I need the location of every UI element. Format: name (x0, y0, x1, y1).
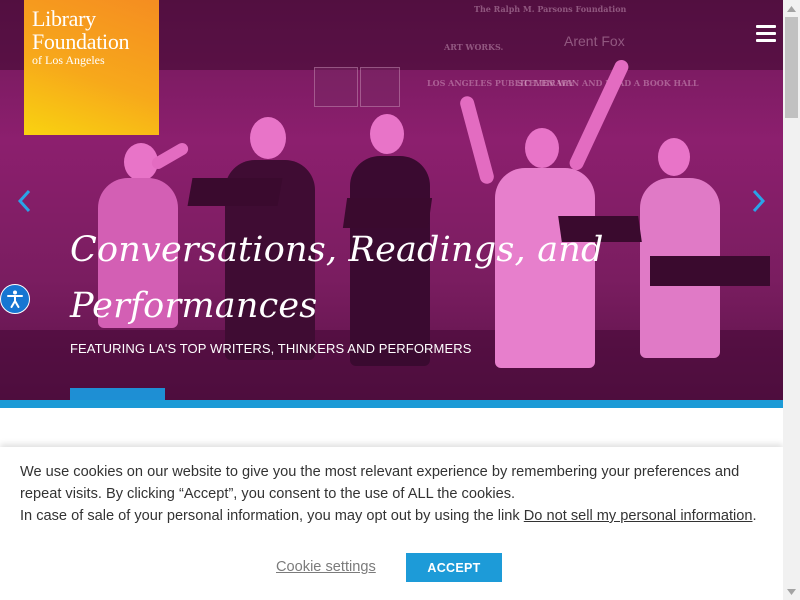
music-stand (187, 178, 283, 206)
logo-line-foundation: Foundation (32, 29, 130, 54)
cookie-message-end: . (752, 508, 757, 524)
accessibility-icon (7, 290, 23, 308)
carousel-prev-button[interactable] (11, 186, 37, 216)
chevron-right-icon (752, 189, 766, 213)
accept-cookies-button[interactable]: ACCEPT (406, 553, 502, 582)
page-scrollbar[interactable] (783, 0, 800, 600)
hamburger-menu-icon (756, 32, 776, 35)
hamburger-menu-icon (756, 25, 776, 28)
carousel-next-button[interactable] (746, 186, 772, 216)
arrow-down-icon (787, 588, 796, 595)
sponsor-arent-fox: Arent Fox (564, 33, 625, 49)
hero-cta-tab[interactable] (70, 388, 165, 400)
sponsor-ralph-parsons: The Ralph M. Parsons Foundation (474, 4, 627, 14)
cookie-message: We use cookies on our website to give yo… (20, 461, 760, 527)
cookie-banner: We use cookies on our website to give yo… (0, 447, 783, 600)
scroll-up-button[interactable] (783, 0, 800, 17)
arrow-up-icon (787, 5, 796, 12)
cookie-settings-link[interactable]: Cookie settings (276, 559, 376, 575)
logo-line-location: of Los Angeles (32, 53, 105, 67)
scrollbar-thumb[interactable] (785, 17, 798, 118)
accessibility-button[interactable] (0, 284, 30, 314)
hero-bottom-strip (0, 400, 783, 408)
hero-subtitle: FEATURING LA'S TOP WRITERS, THINKERS AND… (70, 341, 472, 356)
page: The Ralph M. Parsons Foundation ART WORK… (0, 0, 783, 600)
scroll-down-button[interactable] (783, 583, 800, 600)
site-logo[interactable]: Library Foundation of Los Angeles (24, 0, 159, 135)
chevron-left-icon (17, 189, 31, 213)
hamburger-menu-button[interactable] (756, 25, 776, 43)
cookie-message-main: We use cookies on our website to give yo… (20, 464, 740, 502)
do-not-sell-link[interactable]: Do not sell my personal information (524, 508, 753, 524)
hamburger-menu-icon (756, 39, 776, 42)
cookie-message-optout: In case of sale of your personal informa… (20, 508, 524, 524)
sponsor-panel (314, 67, 358, 107)
sponsor-panel (360, 67, 400, 107)
logo-line-library: Library (32, 6, 96, 31)
sponsor-artworks: ART WORKS. (444, 42, 504, 52)
hero-title: Conversations, Readings, and Performance… (70, 230, 604, 326)
